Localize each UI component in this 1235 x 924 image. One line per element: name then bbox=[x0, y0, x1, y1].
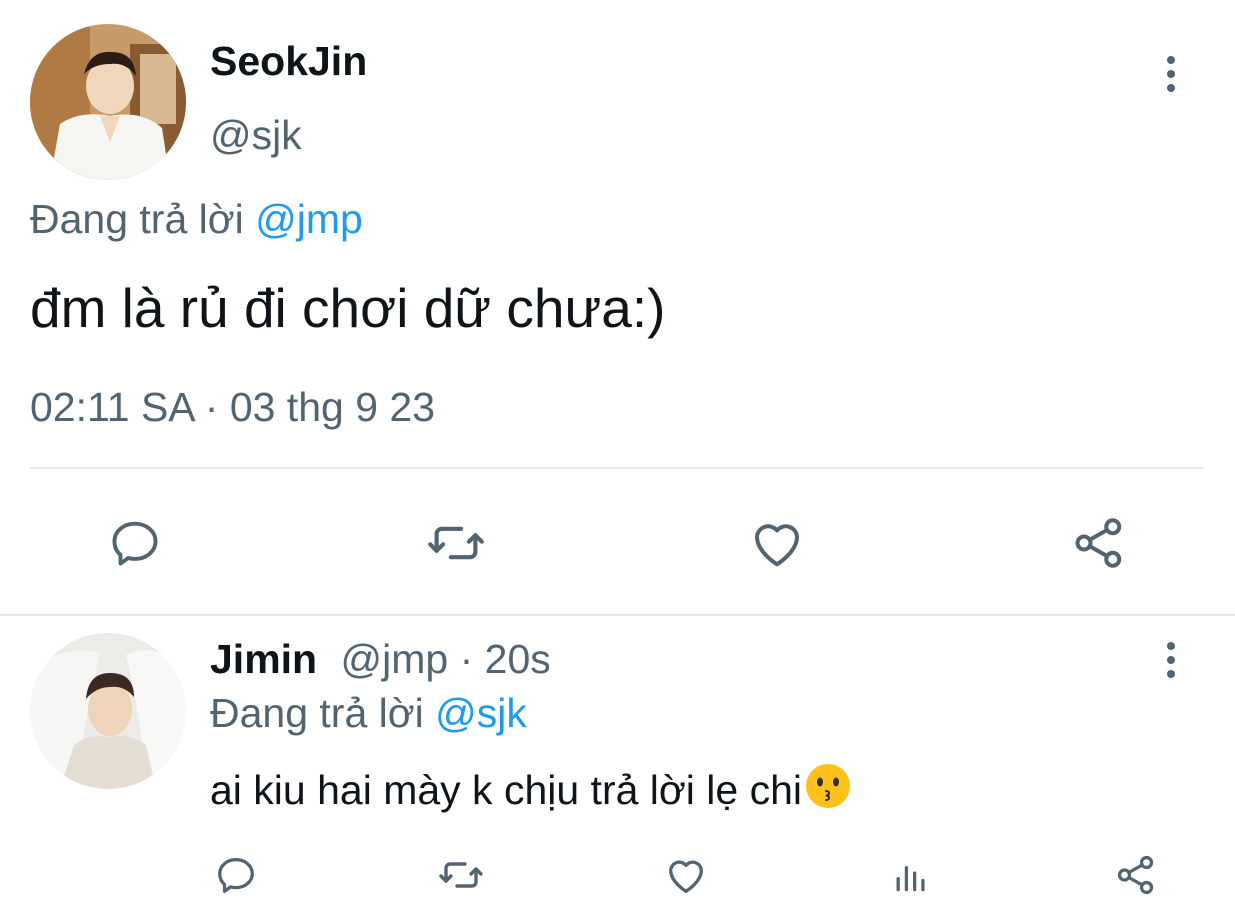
reply-display-name[interactable]: Jimin bbox=[210, 636, 317, 682]
reply-like-button[interactable] bbox=[662, 851, 710, 899]
share-icon bbox=[1075, 518, 1122, 568]
reply-text-body: ai kiu hai mày k chịu trả lời lẹ chi bbox=[210, 767, 802, 813]
display-name[interactable]: SeokJin bbox=[210, 38, 367, 85]
tweet-text: đm là rủ đi chơi dữ chưa:) bbox=[30, 277, 666, 339]
reply-retweet-button[interactable] bbox=[437, 851, 485, 899]
reply-more-options-icon[interactable] bbox=[1151, 640, 1191, 680]
retweet-icon bbox=[439, 862, 483, 888]
avatar-jimin[interactable] bbox=[30, 633, 186, 789]
section-divider bbox=[0, 614, 1235, 616]
retweet-icon bbox=[428, 526, 484, 560]
reply-replying-to-handle[interactable]: @sjk bbox=[435, 690, 527, 736]
retweet-button[interactable] bbox=[425, 512, 487, 574]
reply-icon bbox=[112, 521, 158, 566]
tweet-timestamp[interactable]: 02:11 SA · 03 thg 9 23 bbox=[30, 384, 435, 431]
divider bbox=[30, 467, 1204, 469]
replying-to: Đang trả lời @jmp bbox=[30, 196, 363, 243]
kissing-face-emoji bbox=[806, 764, 850, 808]
replying-to-label: Đang trả lời bbox=[30, 196, 244, 242]
user-handle[interactable]: @sjk bbox=[210, 112, 302, 159]
reply-time-ago[interactable]: 20s bbox=[485, 636, 551, 682]
reply-replying-to: Đang trả lời @sjk bbox=[210, 690, 527, 737]
reply-share-button[interactable] bbox=[1112, 851, 1160, 899]
reply-views-button[interactable] bbox=[887, 851, 935, 899]
avatar-seokjin[interactable] bbox=[30, 24, 186, 180]
share-button[interactable] bbox=[1068, 512, 1130, 574]
more-options-icon[interactable] bbox=[1151, 54, 1191, 94]
reply-handle[interactable]: @jmp bbox=[341, 636, 449, 682]
like-button[interactable] bbox=[746, 512, 808, 574]
reply-text: ai kiu hai mày k chịu trả lời lẹ chi bbox=[210, 762, 852, 814]
views-icon bbox=[896, 866, 925, 892]
like-icon bbox=[669, 860, 703, 893]
reply-replying-to-label: Đang trả lời bbox=[210, 690, 424, 736]
replying-to-handle[interactable]: @jmp bbox=[255, 196, 363, 242]
share-icon bbox=[1117, 855, 1154, 895]
reply-reply-button[interactable] bbox=[212, 851, 260, 899]
reply-icon bbox=[218, 858, 254, 893]
reply-header: Jimin @jmp · 20s bbox=[210, 636, 551, 683]
like-icon bbox=[755, 524, 799, 567]
reply-button[interactable] bbox=[104, 512, 166, 574]
reply-separator: · bbox=[459, 636, 474, 682]
